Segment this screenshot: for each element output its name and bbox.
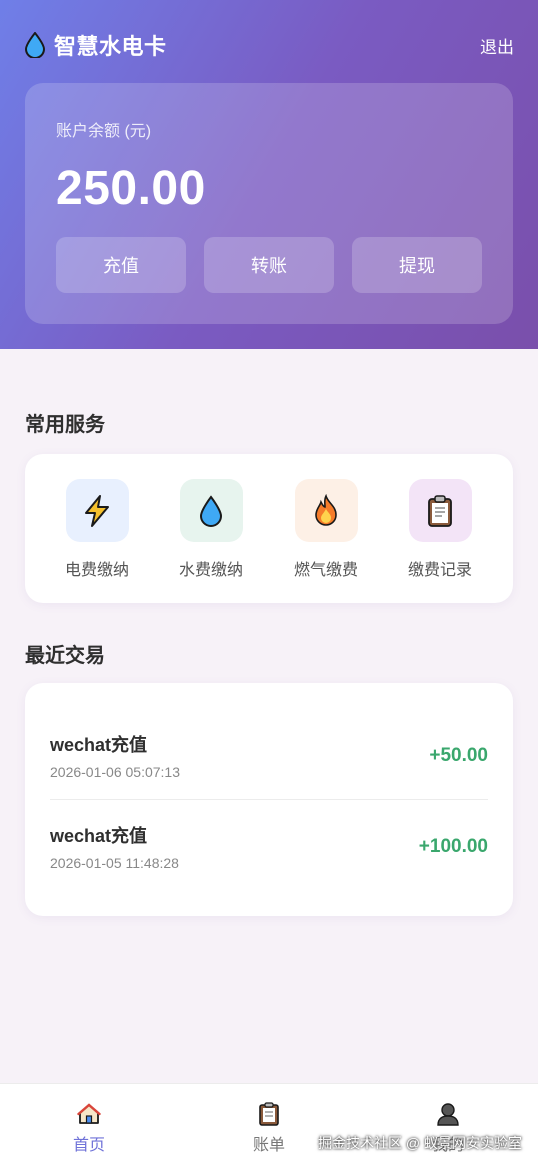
- transaction-amount: +100.00: [418, 836, 488, 857]
- transaction-time: 2026-01-06 05:07:13: [50, 764, 180, 780]
- service-electricity[interactable]: 电费缴纳: [52, 479, 142, 580]
- transfer-button[interactable]: 转账: [204, 237, 334, 293]
- service-label: 缴费记录: [407, 562, 472, 579]
- transaction-row[interactable]: wechat充值 2026-01-06 05:07:13 +50.00: [50, 731, 488, 823]
- balance-label: 账户余额 (元): [56, 123, 152, 140]
- balance-actions: 充值 转账 提现: [56, 237, 482, 293]
- withdraw-button[interactable]: 提现: [352, 237, 482, 293]
- nav-label: 账单: [252, 1137, 285, 1154]
- services-card: 电费缴纳 水费缴纳 燃气缴费 缴费记录: [25, 454, 513, 603]
- header-banner: 智慧水电卡 退出 账户余额 (元) 250.00 充值 转账 提现: [0, 0, 538, 349]
- clipboard-icon: [408, 479, 472, 542]
- home-icon: [77, 1102, 101, 1126]
- bottom-nav: 首页 账单 我的: [0, 1083, 538, 1166]
- watermark: 掘金技术社区 @ 蚁景网安实验室: [318, 1135, 522, 1151]
- clipboard-icon: [257, 1102, 281, 1126]
- top-bar: 智慧水电卡 退出: [24, 28, 514, 62]
- service-water[interactable]: 水费缴纳: [166, 479, 256, 580]
- divider: [50, 799, 488, 800]
- transactions-card: wechat充值 2026-01-06 05:07:13 +50.00 wech…: [25, 683, 513, 916]
- lightning-icon: [65, 479, 129, 542]
- nav-label: 首页: [72, 1137, 105, 1154]
- service-gas[interactable]: 燃气缴费: [281, 479, 371, 580]
- brand: 智慧水电卡: [24, 29, 167, 61]
- transactions-title: 最近交易: [25, 645, 105, 667]
- transaction-title: wechat充值: [50, 826, 148, 846]
- water-drop-icon: [179, 479, 243, 542]
- service-records[interactable]: 缴费记录: [395, 479, 485, 580]
- service-label: 燃气缴费: [293, 562, 358, 579]
- services-title: 常用服务: [25, 414, 105, 436]
- nav-item-home[interactable]: 首页: [49, 1102, 129, 1155]
- service-label: 水费缴纳: [178, 562, 243, 579]
- flame-icon: [294, 479, 358, 542]
- nav-item-bills[interactable]: 账单: [229, 1102, 309, 1155]
- water-drop-icon: [24, 31, 46, 59]
- balance-amount: 250.00: [56, 162, 206, 215]
- recharge-button[interactable]: 充值: [56, 237, 186, 293]
- app-title: 智慧水电卡: [54, 34, 167, 59]
- user-icon: [436, 1102, 460, 1126]
- transaction-row[interactable]: wechat充值 2026-01-05 11:48:28 +100.00: [50, 822, 488, 914]
- service-label: 电费缴纳: [64, 562, 129, 579]
- logout-button[interactable]: 退出: [480, 33, 514, 58]
- transaction-amount: +50.00: [429, 745, 488, 766]
- transaction-time: 2026-01-05 11:48:28: [50, 855, 179, 871]
- transaction-title: wechat充值: [50, 735, 148, 755]
- balance-card: 账户余额 (元) 250.00 充值 转账 提现: [25, 83, 513, 324]
